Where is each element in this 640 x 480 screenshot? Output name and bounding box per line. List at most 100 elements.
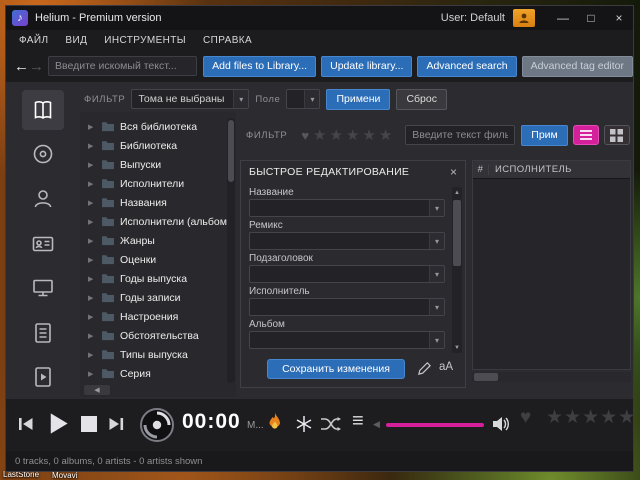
- close-icon[interactable]: ×: [450, 165, 457, 179]
- pencil-icon[interactable]: [417, 361, 432, 381]
- tree-item[interactable]: ▶Серия: [80, 364, 236, 383]
- tree-scrollbar[interactable]: [227, 118, 235, 383]
- save-changes-button[interactable]: Сохранить изменения: [267, 359, 405, 379]
- chevron-right-icon[interactable]: ▶: [88, 199, 96, 207]
- table-hscrollbar[interactable]: [472, 372, 631, 382]
- tree-item[interactable]: ▶Названия: [80, 193, 236, 212]
- advanced-tag-editor-button[interactable]: Advanced tag editor: [522, 56, 633, 77]
- sidebar-item-contacts[interactable]: [22, 224, 64, 264]
- chevron-right-icon[interactable]: ▶: [88, 351, 96, 359]
- column-number[interactable]: #: [473, 164, 489, 175]
- play-button[interactable]: [44, 410, 71, 442]
- mute-button[interactable]: [492, 416, 510, 437]
- tree-item[interactable]: ▶Библиотека: [80, 136, 236, 155]
- chevron-right-icon[interactable]: ▶: [88, 161, 96, 169]
- sidebar-item-releases[interactable]: [22, 135, 64, 175]
- user-avatar[interactable]: [513, 9, 535, 27]
- sidebar-item-devices[interactable]: [22, 268, 64, 308]
- tree-item[interactable]: ▶Вся библиотека: [80, 117, 236, 136]
- menu-help[interactable]: СПРАВКА: [203, 35, 252, 46]
- update-library-button[interactable]: Update library...: [321, 56, 412, 77]
- font-size-tool[interactable]: аА: [439, 361, 453, 373]
- maximize-button[interactable]: □: [577, 6, 605, 30]
- star-icon[interactable]: ★: [546, 407, 564, 428]
- tree-item[interactable]: ▶Годы записи: [80, 288, 236, 307]
- remix-combobox[interactable]: ▾: [249, 232, 445, 250]
- sidebar-item-playlists[interactable]: [22, 357, 64, 397]
- title-combobox[interactable]: ▾: [249, 199, 445, 217]
- quick-edit-scrollbar[interactable]: ▲ ▼: [452, 187, 462, 353]
- chevron-right-icon[interactable]: ▶: [88, 275, 96, 283]
- chevron-right-icon[interactable]: ▶: [88, 294, 96, 302]
- star-filter-icon[interactable]: ★: [362, 126, 375, 144]
- apply-filter-button[interactable]: Примени: [326, 89, 390, 110]
- chevron-right-icon[interactable]: ▶: [88, 180, 96, 188]
- previous-track-button[interactable]: [16, 414, 36, 439]
- grid-view-button[interactable]: [604, 125, 630, 145]
- chevron-right-icon[interactable]: ▶: [88, 332, 96, 340]
- next-track-button[interactable]: [106, 414, 126, 439]
- queue-menu-button[interactable]: ≡: [352, 410, 364, 433]
- volume-down-icon[interactable]: ◀: [373, 419, 380, 430]
- chevron-right-icon[interactable]: ▶: [88, 370, 96, 378]
- volume-slider[interactable]: [386, 423, 484, 427]
- subtitle-combobox[interactable]: ▾: [249, 265, 445, 283]
- menu-file[interactable]: ФАЙЛ: [19, 35, 48, 46]
- content-filter-input[interactable]: [405, 125, 515, 145]
- tree-item[interactable]: ▶Годы выпуска: [80, 269, 236, 288]
- tree-hscroll-button[interactable]: ◀: [84, 385, 110, 395]
- chevron-right-icon[interactable]: ▶: [88, 256, 96, 264]
- desktop-icon-label[interactable]: Movavi: [52, 471, 77, 480]
- sidebar-item-library[interactable]: [22, 90, 64, 130]
- star-icon[interactable]: ★: [582, 407, 600, 428]
- sidebar-item-reports[interactable]: [22, 313, 64, 353]
- chevron-right-icon[interactable]: ▶: [88, 237, 96, 245]
- star-icon[interactable]: ★: [564, 407, 582, 428]
- stop-button[interactable]: [81, 416, 97, 437]
- table-header[interactable]: # ИСПОЛНИТЕЛЬ: [473, 161, 630, 179]
- advanced-search-button[interactable]: Advanced search: [417, 56, 516, 77]
- tree-item[interactable]: ▶Оценки: [80, 250, 236, 269]
- tree-item[interactable]: ▶Выпуски: [80, 155, 236, 174]
- scroll-down-icon[interactable]: ▼: [452, 342, 462, 353]
- volumes-select[interactable]: Тома не выбраны ▾: [131, 89, 249, 109]
- tree-item[interactable]: ▶Жанры: [80, 231, 236, 250]
- close-button[interactable]: ×: [605, 6, 633, 30]
- field-select[interactable]: ▾: [286, 89, 320, 109]
- hot-tracks-button[interactable]: [267, 412, 283, 438]
- star-filter-icon[interactable]: ★: [346, 126, 359, 144]
- chevron-right-icon[interactable]: ▶: [88, 218, 96, 226]
- star-filter-icon[interactable]: ★: [313, 126, 326, 144]
- star-filter-icon[interactable]: ★: [379, 126, 392, 144]
- scroll-up-icon[interactable]: ▲: [452, 187, 462, 198]
- tree-item[interactable]: ▶Типы выпуска: [80, 345, 236, 364]
- star-icon[interactable]: ★: [600, 407, 618, 428]
- chevron-right-icon[interactable]: ▶: [88, 142, 96, 150]
- list-view-button[interactable]: [573, 125, 599, 145]
- tree-item[interactable]: ▶Обстоятельства: [80, 326, 236, 345]
- chevron-right-icon[interactable]: ▶: [88, 123, 96, 131]
- star-filter-icon[interactable]: ★: [329, 126, 342, 144]
- shuffle-button[interactable]: [320, 416, 342, 437]
- back-icon[interactable]: ←: [14, 58, 29, 75]
- artist-combobox[interactable]: ▾: [249, 298, 445, 316]
- tree-item[interactable]: ▶Настроения: [80, 307, 236, 326]
- chevron-right-icon[interactable]: ▶: [88, 313, 96, 321]
- minimize-button[interactable]: —: [549, 6, 577, 30]
- reset-filter-button[interactable]: Сброс: [396, 89, 447, 110]
- tree-item[interactable]: ▶Исполнители: [80, 174, 236, 193]
- menu-view[interactable]: ВИД: [65, 35, 87, 46]
- apply-content-filter-button[interactable]: Прим: [521, 125, 567, 146]
- tree-item[interactable]: ▶Исполнители (альбом): [80, 212, 236, 231]
- rating-stars[interactable]: ★★★★★: [546, 406, 634, 429]
- column-artist[interactable]: ИСПОЛНИТЕЛЬ: [489, 164, 572, 175]
- sidebar-item-artists[interactable]: [22, 179, 64, 219]
- heart-filter-icon[interactable]: ♥: [301, 128, 309, 143]
- album-combobox[interactable]: ▾: [249, 331, 445, 349]
- star-icon[interactable]: ★: [618, 407, 634, 428]
- add-files-button[interactable]: Add files to Library...: [203, 56, 316, 77]
- favorite-heart-icon[interactable]: ♥: [520, 407, 531, 429]
- freeze-button[interactable]: [295, 415, 313, 438]
- search-input[interactable]: [48, 56, 197, 76]
- menu-tools[interactable]: ИНСТРУМЕНТЫ: [104, 35, 186, 46]
